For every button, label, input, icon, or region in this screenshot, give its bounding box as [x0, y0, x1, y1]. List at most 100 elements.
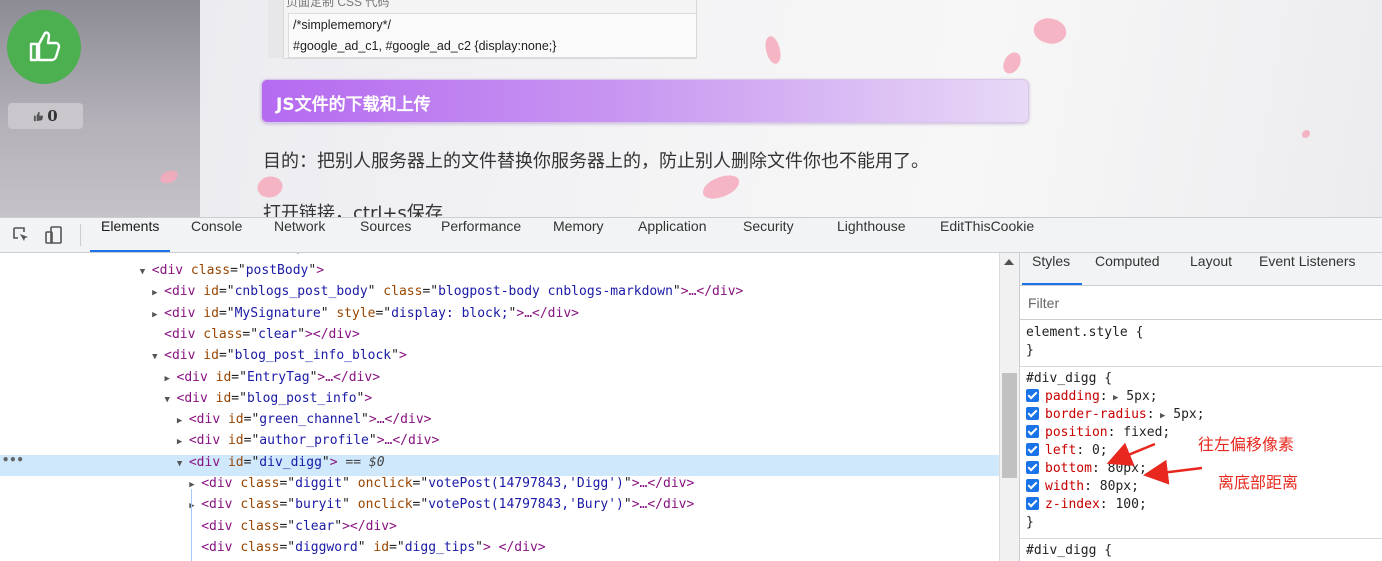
tab-console[interactable]: Console [191, 218, 242, 252]
bottom-arrow [1143, 459, 1203, 485]
dom-tag-close: >…</div> [516, 305, 579, 321]
dom-tag-open: <div [164, 348, 196, 364]
dom-attr-value: diggword [295, 539, 358, 555]
scrollbar-thumb[interactable] [1002, 373, 1017, 478]
tab-lighthouse[interactable]: Lighthouse [837, 218, 906, 252]
dom-node-line[interactable]: ▶ <div id="green_channel">…</div> [0, 412, 1000, 433]
dom-tag-open: <div [164, 305, 196, 321]
dom-node-line[interactable]: <div class="diggword" id="digg_tips"> </… [0, 540, 1000, 561]
dom-attr-quote: " [321, 454, 330, 470]
dom-tag-close: > [329, 454, 338, 470]
dom-indent-guide [191, 489, 192, 561]
dom-attr-quote: " [623, 497, 632, 513]
selected-node-more-icon[interactable]: ••• [2, 453, 24, 467]
dom-attr-name: id [207, 390, 232, 406]
dom-tree-pane[interactable]: <div class="clear"></div> ▼<div class="p… [0, 253, 1000, 561]
dom-attr-quote: " [361, 412, 369, 428]
dom-node-line[interactable]: ▼ <div id="div_digg"> == $0 [0, 454, 1000, 476]
digg-button[interactable] [7, 10, 81, 84]
inspect-element-icon[interactable] [11, 225, 31, 245]
collapse-triangle-icon[interactable]: ▼ [177, 459, 189, 469]
digg-count-badge: 0 [8, 103, 83, 129]
dom-tag-open: <div [201, 476, 233, 491]
dom-tag-close: > </div> [483, 539, 546, 555]
expand-triangle-icon[interactable]: ▶ [165, 374, 177, 384]
code-block-body: /*simplememory*/ #google_ad_c1, #google_… [288, 13, 696, 58]
dom-attr-eq: =" [231, 369, 247, 385]
dom-tag-open: <div [188, 454, 221, 470]
code-block-title: 页面定制 CSS 代码 [286, 0, 390, 9]
dom-node-line[interactable]: ▼ <div class="postBody"> [0, 263, 1000, 284]
tab-application[interactable]: Application [638, 218, 707, 252]
code-block: 页面定制 CSS 代码 /*simplememory*/ #google_ad_… [283, 0, 697, 59]
dom-node-line[interactable]: ▶ <div id="MySignature" style="display: b… [0, 306, 1000, 327]
petal-decoration [1029, 11, 1071, 51]
dom-attr-value: display: block; [391, 305, 509, 321]
dom-attr-value: MySignature [234, 305, 321, 321]
dom-attr-value: digg_tips [404, 539, 476, 555]
expand-triangle-icon[interactable]: ▶ [152, 288, 164, 298]
dom-attr-value: clear [295, 518, 335, 534]
tab-elements[interactable]: Elements [101, 218, 159, 252]
dom-attr-name: onclick [349, 476, 413, 491]
collapse-triangle-icon[interactable]: ▼ [165, 395, 177, 405]
dom-attr-eq: =" [412, 497, 429, 513]
dom-attr-eq: =" [279, 539, 296, 555]
dom-attr-value: author_profile [259, 433, 369, 449]
tab-editthiscookie[interactable]: EditThisCookie [940, 218, 1034, 252]
dom-attr-name: class [183, 263, 231, 278]
petal-decoration [700, 172, 742, 202]
dom-attr-quote: " [334, 518, 343, 534]
dom-line-partial: <div class="clear"></div> [0, 253, 1000, 263]
dom-attr-name: class [232, 497, 280, 513]
dom-node-line[interactable]: ▼ <div id="blog_post_info_block"> [0, 348, 1000, 369]
dom-tag-close: >…</div> [317, 369, 381, 385]
petal-decoration [254, 172, 286, 202]
dom-attr-value: div_digg [259, 454, 322, 470]
dom-node-line[interactable]: ▶ <div class="diggit" onclick="votePost(1… [0, 476, 1000, 497]
left-annotation: 往左偏移像素 [1198, 435, 1295, 454]
dom-attr-name: id [207, 369, 232, 385]
dom-attr-eq: =" [243, 454, 260, 470]
petal-decoration [1001, 50, 1023, 76]
expand-triangle-icon[interactable]: ▶ [152, 310, 164, 320]
dom-attr-value: blogpost-body cnblogs-markdown [438, 284, 673, 300]
dom-attr-value: green_channel [259, 412, 362, 428]
dom-attr-value: diggit [295, 476, 343, 491]
dom-attr-value: cnblogs_post_body [234, 284, 368, 300]
code-block-margin [268, 0, 283, 58]
dom-node-line[interactable]: <div class="clear"></div> [0, 519, 1000, 540]
dom-attr-name: id [220, 454, 244, 470]
dom-node-line[interactable]: ▼ <div id="blog_post_info"> [0, 391, 1000, 412]
dom-node-line[interactable]: <div class="clear"></div> [0, 327, 1000, 348]
dom-attr-name: id [365, 539, 390, 555]
expand-triangle-icon[interactable]: ▶ [177, 437, 189, 447]
bottom-annotation: 离底部距离 [1218, 473, 1299, 492]
dom-node-line[interactable]: ▶ <div id="EntryTag">…</div> [0, 370, 1000, 391]
collapse-triangle-icon[interactable]: ▼ [140, 267, 152, 277]
dom-attr-quote: " [297, 326, 306, 342]
tab-sources[interactable]: Sources [360, 218, 411, 252]
expand-triangle-icon[interactable]: ▶ [177, 416, 189, 426]
tab-network[interactable]: Network [274, 218, 325, 252]
collapse-triangle-icon[interactable]: ▼ [152, 352, 164, 362]
dom-node-line[interactable]: ▶<div class="buryit" onclick="votePost(1… [0, 497, 1000, 518]
dom-tag-close: ></div> [342, 518, 397, 534]
tab-performance[interactable]: Performance [441, 218, 521, 252]
dom-attr-eq: =" [389, 539, 405, 555]
dom-attr-quote: " [391, 348, 399, 364]
dom-node-line[interactable]: ▶ <div id="author_profile">…</div> [0, 433, 1000, 454]
tab-security[interactable]: Security [743, 218, 794, 252]
dom-scrollbar[interactable] [999, 253, 1019, 561]
dom-attr-eq: =" [422, 284, 439, 300]
dom-tag-open: <div [164, 326, 196, 342]
device-toolbar-icon[interactable] [44, 225, 64, 245]
tab-memory[interactable]: Memory [553, 218, 604, 252]
dom-node-line[interactable]: ▶ <div id="cnblogs_post_body" class="blog… [0, 284, 1000, 305]
selected-node-marker: == $0 [337, 454, 385, 470]
left-side-panel: 0 [0, 0, 200, 217]
code-line: /*simplememory*/ [293, 18, 391, 32]
dom-tag-close: >…</div> [680, 284, 744, 300]
section-heading: JS文件的下载和上传 [261, 79, 1029, 123]
scroll-up-arrow-icon[interactable] [1004, 259, 1014, 265]
